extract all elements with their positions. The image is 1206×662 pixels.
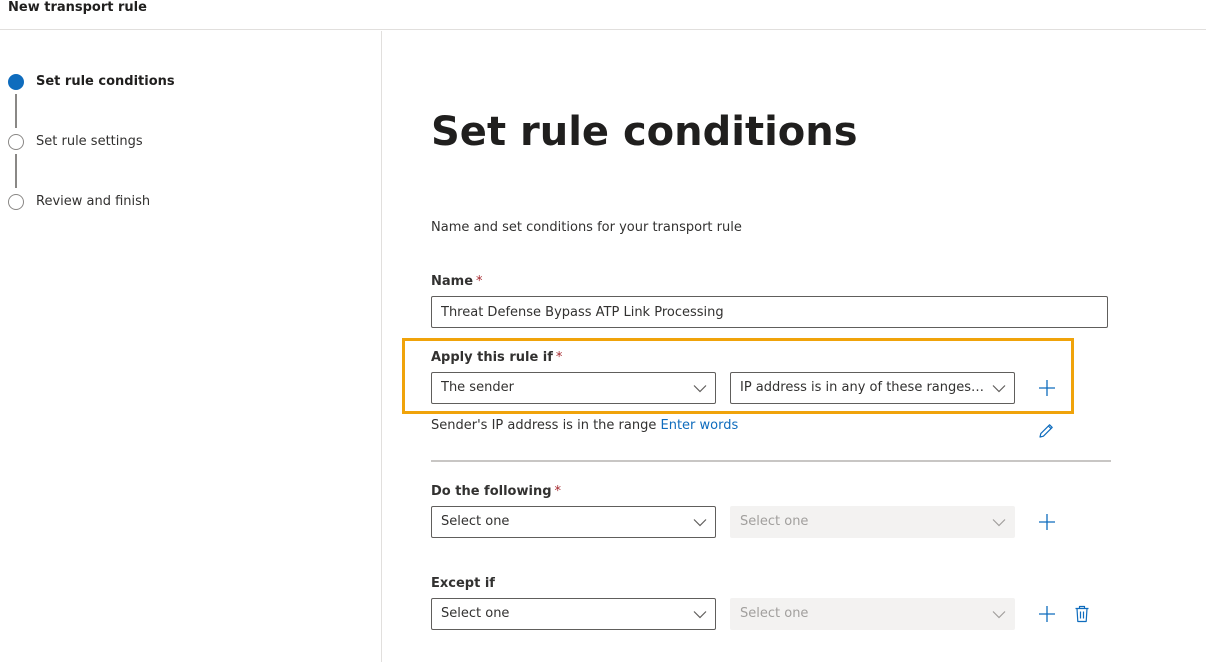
condition-summary-text: Sender's IP address is in the range [431,418,657,433]
required-asterisk: * [555,350,563,365]
chevron-down-icon [693,385,707,393]
exception-dropdown[interactable]: Select one [431,598,716,630]
chevron-down-icon [992,611,1006,619]
plus-icon [1039,380,1055,396]
add-action-button[interactable] [1034,509,1060,535]
except-if-label-text: Except if [431,576,495,591]
add-exception-button[interactable] [1034,601,1060,627]
name-field-label: Name * [431,274,483,289]
step-label: Set rule conditions [36,74,175,89]
pencil-icon [1039,424,1053,438]
main-content: Set rule conditions Name and set conditi… [383,31,1206,662]
name-label-text: Name [431,274,474,289]
step-connector [15,154,17,188]
chevron-down-icon [992,519,1006,527]
dropdown-selected-value: The sender [441,380,514,395]
plus-icon [1039,514,1055,530]
required-asterisk: * [554,484,562,499]
condition-summary: Sender's IP address is in the range Ente… [431,418,738,433]
chevron-down-icon [693,519,707,527]
add-condition-button[interactable] [1034,375,1060,401]
wizard-steps-sidebar: Set rule conditions Set rule settings Re… [0,31,382,662]
dropdown-selected-value: Select one [441,514,510,529]
dropdown-selected-value: IP address is in any of these ranges or.… [740,380,985,395]
enter-words-link[interactable]: Enter words [660,418,738,433]
do-the-following-label: Do the following * [431,484,561,499]
apply-if-property-dropdown[interactable]: IP address is in any of these ranges or.… [730,372,1015,404]
window-title: New transport rule [8,0,147,15]
step-connector [15,94,17,128]
apply-if-condition-dropdown[interactable]: The sender [431,372,716,404]
step-current-indicator-icon [8,74,24,90]
exception-detail-dropdown: Select one [730,598,1015,630]
action-dropdown[interactable]: Select one [431,506,716,538]
step-label: Set rule settings [36,134,143,149]
step-label: Review and finish [36,194,151,209]
dropdown-selected-value: Select one [740,514,809,529]
dropdown-selected-value: Select one [740,606,809,621]
page-title: Set rule conditions [431,109,858,155]
section-divider [431,460,1111,462]
do-following-label-text: Do the following [431,484,552,499]
except-if-label: Except if [431,576,495,591]
plus-icon [1039,606,1055,622]
dropdown-selected-value: Select one [441,606,510,621]
chevron-down-icon [693,611,707,619]
rule-name-input[interactable] [431,296,1108,328]
step-pending-indicator-icon [8,194,24,210]
page-description: Name and set conditions for your transpo… [431,220,742,235]
delete-exception-button[interactable] [1069,601,1095,627]
top-bar: New transport rule [0,0,1206,30]
required-asterisk: * [476,274,483,289]
apply-rule-if-label: Apply this rule if * [431,350,562,365]
trash-icon [1075,605,1089,623]
step-pending-indicator-icon [8,134,24,150]
chevron-down-icon [992,385,1006,393]
edit-condition-button[interactable] [1033,418,1059,444]
apply-if-label-text: Apply this rule if [431,350,553,365]
action-detail-dropdown: Select one [730,506,1015,538]
